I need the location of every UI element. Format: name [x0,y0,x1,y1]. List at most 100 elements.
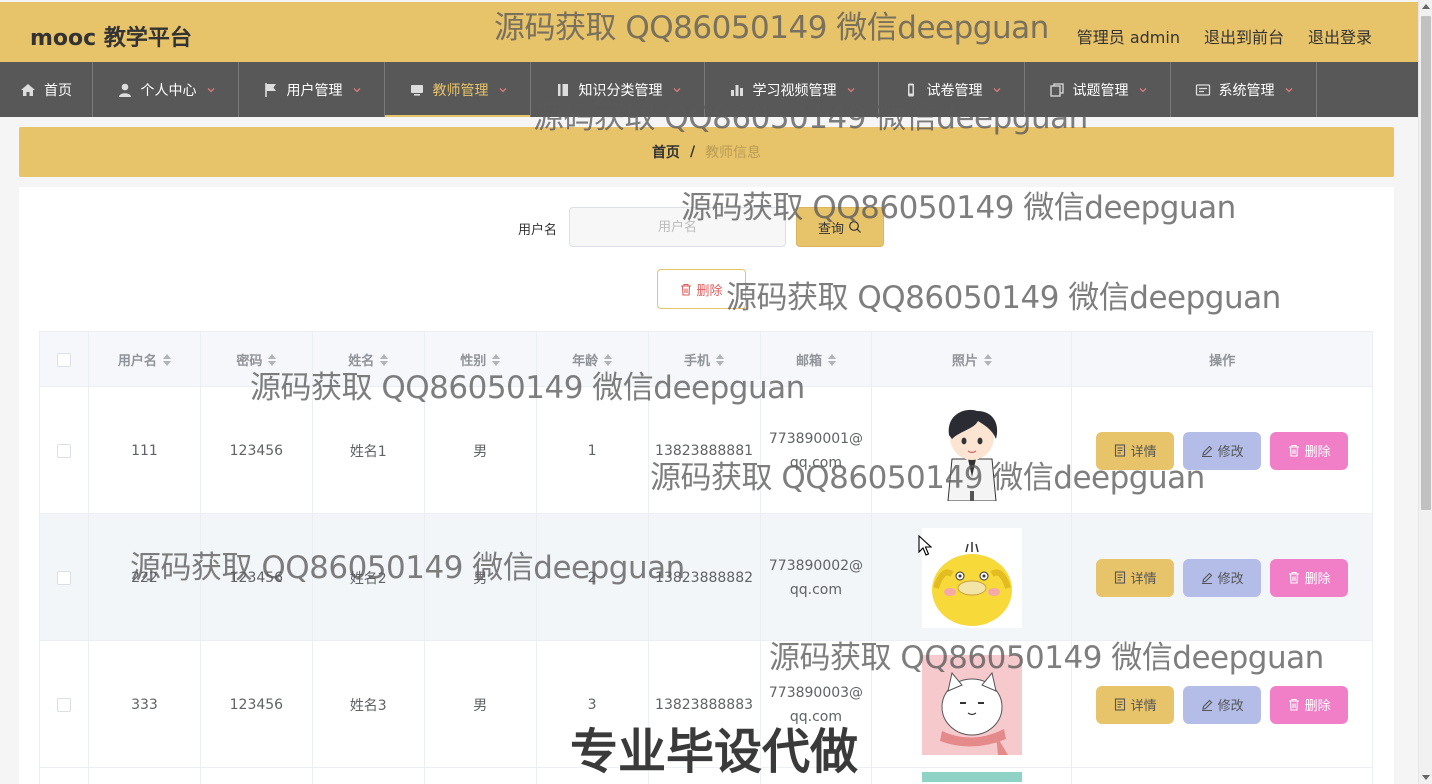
sort-icon[interactable] [827,353,836,366]
detail-button[interactable]: 详情 [1096,685,1175,724]
detail-button[interactable]: 详情 [1096,431,1175,470]
row-checkbox[interactable] [56,697,71,712]
header-age[interactable]: 年龄 [537,332,649,387]
nav-item-home[interactable]: 首页 [0,62,93,117]
cell-actions: 详情 修改 删除 [1072,514,1372,641]
table-row: 222 123456 姓名2 男 2 13823888882 773890002… [40,514,1372,641]
search-label: 用户名 [518,223,558,238]
document-icon [1114,571,1125,584]
cell-empty [201,768,313,784]
chevron-down-icon [847,87,854,92]
sort-icon[interactable] [492,353,501,366]
cell-password: 123456 [201,514,313,641]
row-select-cell [40,514,89,641]
delete-button[interactable]: 删除 [1270,685,1349,724]
chevron-down-icon [1285,87,1292,92]
monitor-icon [410,84,423,96]
page: mooc 教学平台 管理员 admin 退出到前台 退出登录 首页 个人中心 用… [0,0,1418,784]
edit-label: 修改 [1217,699,1244,714]
brand-title: mooc 教学平台 [30,26,192,51]
cat-avatar[interactable] [921,654,1022,755]
copy-icon [1049,82,1064,97]
trash-icon [681,283,692,296]
sort-icon[interactable] [268,353,277,366]
header-password[interactable]: 密码 [201,332,313,387]
bulk-delete-button[interactable]: 删除 [657,269,746,309]
cell-phone: 13823888882 [649,514,761,641]
cell-empty [313,768,425,784]
edit-button[interactable]: 修改 [1183,685,1262,724]
header-label: 姓名 [348,354,375,369]
select-all-checkbox[interactable] [56,352,71,367]
nav-item-system[interactable]: 系统管理 [1171,62,1317,117]
sort-icon[interactable] [716,353,725,366]
pencil-icon [1201,699,1212,711]
bulk-delete-label: 删除 [696,283,723,299]
breadcrumb-home[interactable]: 首页 [652,142,680,162]
sort-icon[interactable] [162,353,171,366]
header-name[interactable]: 姓名 [313,332,425,387]
vertical-scrollbar[interactable] [1418,0,1432,784]
nav-label: 试卷管理 [926,82,983,99]
logout-link[interactable]: 退出登录 [1308,24,1372,48]
nav-item-user-management[interactable]: 用户管理 [239,62,385,117]
trash-icon [1288,571,1299,584]
scroll-up-arrow-icon[interactable] [1422,4,1430,9]
edit-button[interactable]: 修改 [1183,558,1262,597]
cell-gender: 男 [425,387,537,514]
breadcrumb-current: 教师信息 [705,145,762,161]
sort-icon[interactable] [604,353,613,366]
header-username[interactable]: 用户名 [89,332,201,387]
breadcrumb: 首页 / 教师信息 [19,127,1394,177]
nav-item-teacher-management[interactable]: 教师管理 [385,62,531,117]
sort-icon[interactable] [380,353,389,366]
cell-gender: 男 [425,514,537,641]
cell-photo [872,768,1073,784]
header-label: 密码 [236,354,263,369]
cell-name: 姓名1 [313,387,425,514]
chevron-down-icon [673,87,680,92]
sort-icon[interactable] [983,353,992,366]
cell-name: 姓名2 [313,514,425,641]
nav-item-question[interactable]: 试题管理 [1025,62,1171,117]
admin-user-link[interactable]: 管理员 admin [1077,24,1180,48]
scroll-thumb[interactable] [1421,16,1431,510]
row-select-cell [40,387,89,514]
header-label: 手机 [684,354,711,369]
row-checkbox[interactable] [56,570,71,585]
header-label: 操作 [1209,354,1236,369]
detail-button[interactable]: 详情 [1096,558,1175,597]
row-select-cell [40,641,89,768]
nav-item-knowledge-category[interactable]: 知识分类管理 [531,62,705,117]
header-photo[interactable]: 照片 [872,332,1073,387]
cell-phone: 13823888881 [649,387,761,514]
row-checkbox[interactable] [56,443,71,458]
phone-icon [907,83,914,96]
exit-to-frontend-link[interactable]: 退出到前台 [1204,24,1284,48]
delete-button[interactable]: 删除 [1270,558,1349,597]
chevron-down-icon [993,87,1000,92]
edit-button[interactable]: 修改 [1183,431,1262,470]
chevron-down-icon [1139,87,1146,92]
header-gender[interactable]: 性别 [425,332,537,387]
main-nav: 首页 个人中心 用户管理 教师管理 知识分类管理 学习视频管理 试卷管理 试题管… [0,62,1418,117]
nav-item-personal-center[interactable]: 个人中心 [93,62,239,117]
cell-actions: 详情 修改 删除 [1072,641,1372,768]
header-phone[interactable]: 手机 [649,332,761,387]
query-button[interactable]: 查询 [796,207,884,247]
detail-label: 详情 [1130,699,1157,714]
cell-empty [1072,768,1372,784]
cell-age: 2 [537,514,649,641]
delete-button[interactable]: 删除 [1270,431,1349,470]
pencil-icon [1201,572,1212,584]
username-search-input[interactable] [569,207,786,247]
message-icon [1195,83,1210,96]
scroll-down-arrow-icon[interactable] [1422,775,1430,780]
cell-photo [872,514,1073,641]
nav-item-exam-paper[interactable]: 试卷管理 [879,62,1025,117]
nav-item-study-video[interactable]: 学习视频管理 [705,62,879,117]
header-email[interactable]: 邮箱 [761,332,873,387]
duck-avatar[interactable] [921,527,1022,628]
boy-avatar[interactable] [921,400,1022,501]
photo-partial [921,772,1022,782]
